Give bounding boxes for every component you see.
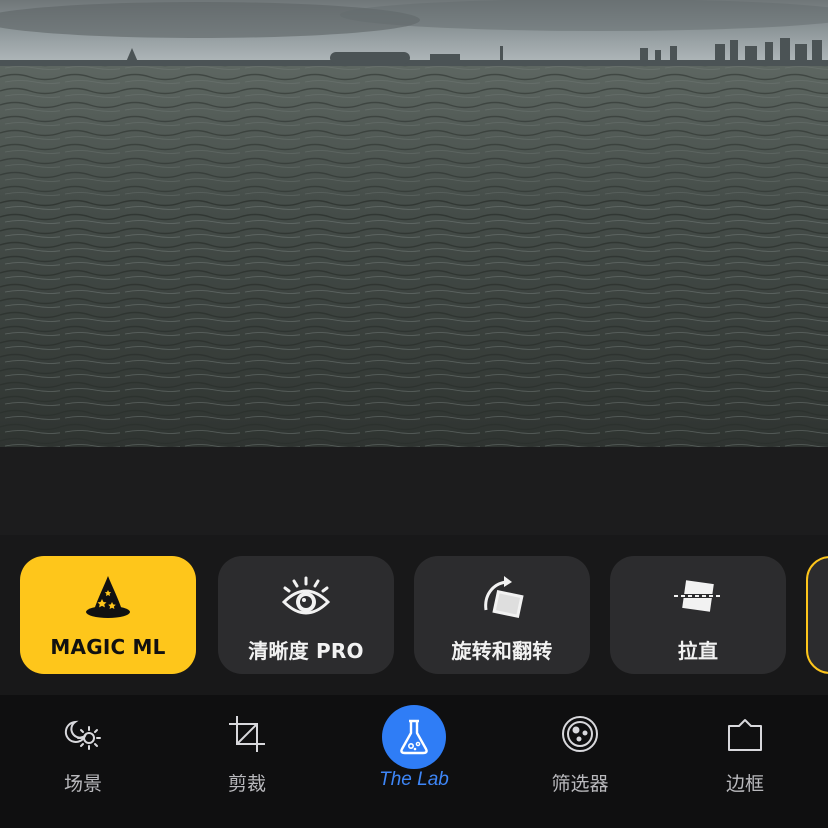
tool-label: MAGIC ML xyxy=(50,635,166,659)
rotate-icon xyxy=(484,576,524,619)
tool-label: 拉直 xyxy=(677,639,719,663)
tool-magic-ml[interactable]: MAGIC ML xyxy=(20,556,196,674)
photo-image xyxy=(0,0,828,447)
tab-crop[interactable]: 剪裁 xyxy=(182,695,312,828)
scene-icon xyxy=(64,720,101,750)
filter-icon xyxy=(562,716,598,752)
frame-icon xyxy=(728,719,762,751)
tab-label: 筛选器 xyxy=(551,773,609,795)
tab-frames[interactable]: 边框 xyxy=(680,695,810,828)
tab-label: The Lab xyxy=(379,769,449,790)
eye-icon xyxy=(281,576,331,615)
photo-preview[interactable] xyxy=(0,0,828,447)
tool-rotate-flip[interactable]: 旋转和翻转 xyxy=(414,556,590,674)
tool-next-partial[interactable] xyxy=(806,556,828,674)
bottom-tab-bar: 场景 剪裁 The Lab 筛选器 边框 xyxy=(0,695,828,828)
tool-clarity-pro[interactable]: 清晰度 PRO xyxy=(218,556,394,674)
lab-tools-strip[interactable]: MAGIC ML 清晰度 PRO 旋转和翻转 拉直 xyxy=(0,535,828,695)
tool-label: 清晰度 PRO xyxy=(248,639,364,663)
toolbar-spacer xyxy=(0,447,828,535)
active-tab-circle xyxy=(382,705,446,769)
tool-label: 旋转和翻转 xyxy=(451,639,553,663)
tab-label: 场景 xyxy=(63,773,102,795)
wizard-hat-icon xyxy=(86,576,130,618)
crop-icon xyxy=(229,716,265,752)
tab-the-lab[interactable]: The Lab xyxy=(349,695,479,828)
tab-label: 边框 xyxy=(725,773,764,795)
tab-scene[interactable]: 场景 xyxy=(18,695,148,828)
straighten-icon xyxy=(674,580,722,612)
tool-straighten[interactable]: 拉直 xyxy=(610,556,786,674)
flask-icon xyxy=(400,719,428,755)
tab-label: 剪裁 xyxy=(227,773,266,795)
tab-filters[interactable]: 筛选器 xyxy=(515,695,645,828)
